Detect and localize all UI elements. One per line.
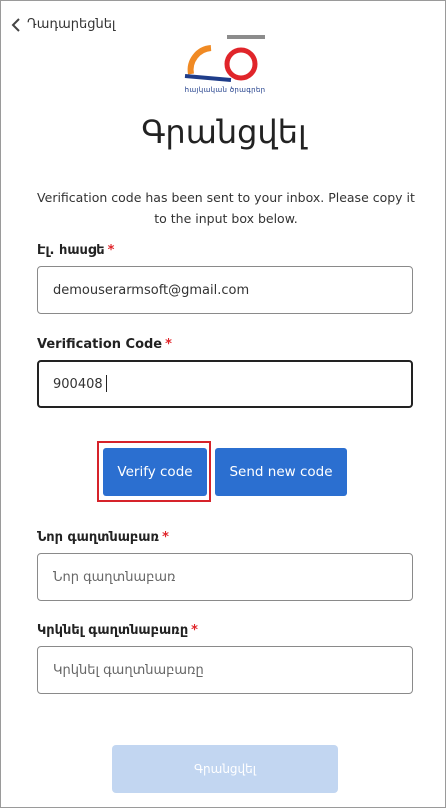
new-password-label: Նոր գաղտնաբառ *	[37, 530, 169, 545]
verification-info-text: Verification code has been sent to your …	[37, 190, 415, 226]
new-password-label-text: Նոր գաղտնաբառ	[37, 530, 160, 545]
new-password-field[interactable]	[37, 553, 413, 601]
confirm-password-label-text: Կրկնել գաղտնաբառը	[37, 623, 189, 638]
send-new-code-button[interactable]: Send new code	[215, 448, 347, 496]
verify-code-button[interactable]: Verify code	[103, 448, 207, 496]
email-field[interactable]	[37, 266, 413, 314]
cancel-link[interactable]: Դադարեցնել	[11, 17, 115, 32]
brand-caption: հայկական ծրագրեր	[184, 86, 266, 94]
page-title: Գրանցվել	[141, 113, 307, 151]
register-submit-button[interactable]: Գրանցվել	[112, 745, 338, 793]
email-label-text: Էլ. հասցե	[37, 243, 105, 258]
required-mark: *	[162, 530, 169, 545]
page-frame: Դադարեցնել հայկական ծրագրեր Գրանցվել Ver…	[0, 0, 446, 808]
required-mark: *	[165, 337, 172, 352]
text-caret	[106, 375, 107, 392]
cancel-label: Դադարեցնել	[27, 17, 116, 32]
confirm-password-label: Կրկնել գաղտնաբառը *	[37, 623, 198, 638]
verification-code-label: Verification Code *	[37, 337, 172, 352]
confirm-password-field[interactable]	[37, 646, 413, 694]
verification-code-label-text: Verification Code	[37, 337, 163, 352]
email-label: Էլ. հասցե *	[37, 243, 114, 258]
verification-code-field[interactable]	[37, 360, 413, 408]
chevron-left-icon	[11, 17, 20, 32]
required-mark: *	[107, 243, 115, 258]
required-mark: *	[191, 623, 198, 638]
